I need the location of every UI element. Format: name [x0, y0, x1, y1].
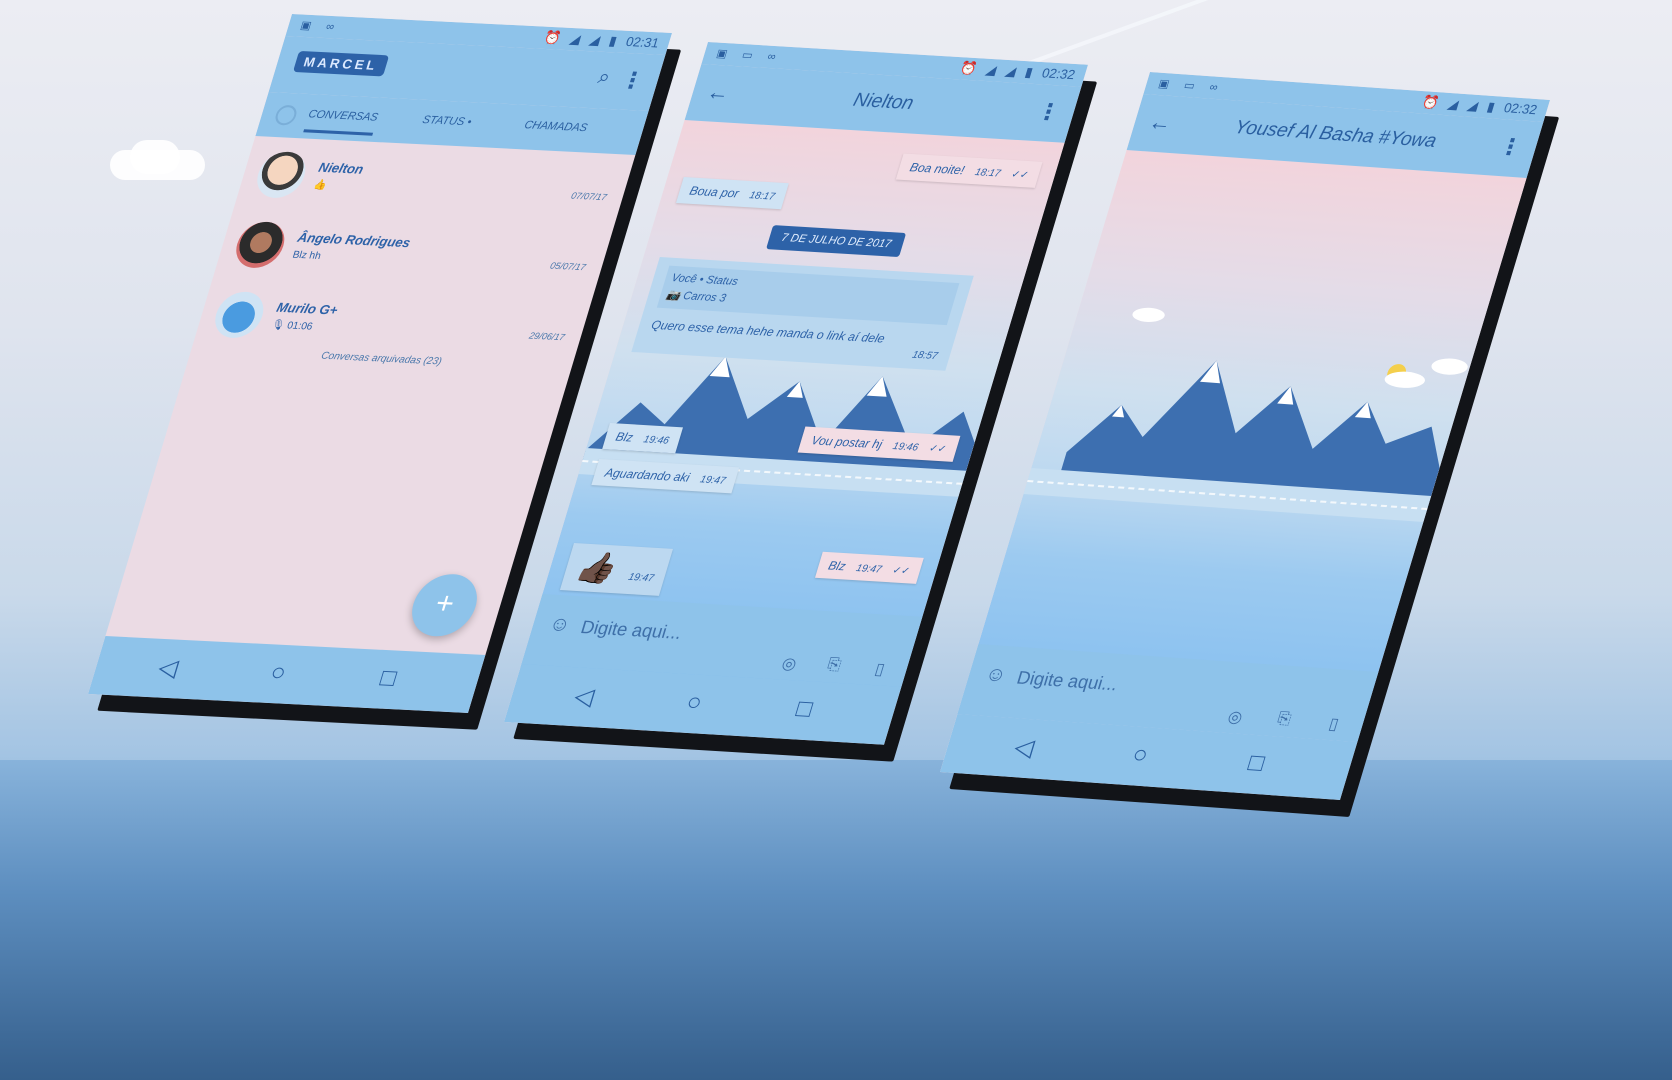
mic-icon[interactable]: ▯ — [1326, 714, 1341, 735]
read-ticks-icon: ✓✓ — [891, 565, 912, 578]
camera-icon[interactable] — [273, 104, 299, 126]
app-logo: MARCEL — [292, 50, 389, 77]
battery-icon: ▮ — [1023, 64, 1035, 80]
message-input[interactable]: Digite aqui... — [1014, 667, 1120, 695]
home-nav-icon[interactable]: ○ — [683, 688, 706, 717]
message-time: 18:17 — [973, 167, 1002, 180]
signal-icon: ◢ — [1003, 63, 1019, 79]
battery-icon: ▮ — [1485, 98, 1497, 115]
sticker-emoji: 👍🏿 — [572, 550, 620, 586]
chat-date: 07/07/17 — [569, 190, 608, 203]
signal-icon: ◢ — [587, 32, 603, 48]
message-text: Aguardando aki — [603, 465, 692, 485]
message-text: Boa noite! — [908, 160, 967, 178]
message-text: Blz — [826, 558, 848, 574]
camera-icon[interactable]: ◎ — [779, 653, 799, 674]
read-ticks-icon: ✓✓ — [1009, 169, 1030, 182]
message-time: 18:17 — [747, 190, 777, 203]
home-nav-icon[interactable]: ○ — [1129, 741, 1152, 770]
wifi-icon: ◢ — [1446, 96, 1461, 112]
mic-icon[interactable]: ▯ — [872, 659, 887, 680]
chat-row[interactable]: Ângelo Rodrigues Blz hh 05/07/17 — [213, 214, 612, 297]
camera-icon[interactable]: ◎ — [1225, 707, 1245, 728]
avatar — [230, 220, 291, 269]
recents-nav-icon[interactable]: □ — [1245, 749, 1268, 778]
wifi-icon: ◢ — [568, 31, 583, 47]
battery-icon: ▮ — [607, 33, 619, 49]
recents-nav-icon[interactable]: □ — [793, 695, 816, 724]
search-icon[interactable]: ⌕ — [595, 66, 613, 90]
contact-name[interactable]: Nielton — [690, 80, 1077, 125]
read-ticks-icon: ✓✓ — [927, 443, 948, 456]
message-time: 19:46 — [642, 434, 671, 447]
message-time: 19:46 — [891, 441, 920, 454]
alarm-icon: ⏰ — [958, 60, 979, 77]
tab-status[interactable]: STATUS • — [421, 114, 473, 128]
background-cloud — [130, 140, 180, 174]
emoji-icon[interactable]: ☺ — [546, 613, 573, 637]
thumbs-up-sticker[interactable]: 👍🏿 19:47 — [559, 542, 673, 596]
avatar — [251, 150, 312, 199]
message-time: 19:47 — [854, 563, 883, 576]
notification-icons: ▣ ∞ — [298, 19, 342, 34]
back-nav-icon[interactable]: ◁ — [571, 682, 598, 712]
message-text: Blz — [614, 429, 635, 445]
alarm-icon: ⏰ — [1420, 94, 1441, 111]
status-time: 02:32 — [1040, 65, 1078, 83]
new-chat-button[interactable]: + — [404, 572, 485, 638]
back-nav-icon[interactable]: ◁ — [155, 653, 182, 683]
quoted-status[interactable]: Você • Status 📷 Carros 3 — [656, 265, 960, 326]
message-text: Vou postar hj — [809, 433, 885, 452]
emoji-icon[interactable]: ☺ — [982, 663, 1009, 687]
chat-row[interactable]: Nielton 👍 07/07/17 — [234, 144, 633, 227]
chat-preview: 🎙 01:06 — [270, 319, 314, 333]
notification-icons: ▣ ▭ ∞ — [1156, 77, 1226, 95]
tab-chamadas[interactable]: CHAMADAS — [523, 119, 589, 134]
message-time: 19:47 — [626, 571, 656, 585]
chat-name: Nielton — [316, 159, 366, 177]
status-time: 02:31 — [624, 33, 662, 51]
message-time: 19:47 — [698, 474, 727, 487]
chat-name: Murilo G+ — [274, 299, 340, 318]
android-avatar-icon — [209, 290, 270, 339]
signal-icon: ◢ — [1465, 97, 1481, 114]
airplane-trail — [1015, 0, 1225, 70]
chat-date: 05/07/17 — [548, 260, 587, 273]
attach-icon[interactable]: ⎘ — [825, 656, 843, 675]
chat-date: 29/06/17 — [527, 330, 566, 343]
message-bubble-reply[interactable]: Você • Status 📷 Carros 3 Quero esse tema… — [631, 256, 974, 371]
back-nav-icon[interactable]: ◁ — [1011, 733, 1038, 763]
tab-conversas[interactable]: CONVERSAS — [303, 108, 380, 136]
overflow-menu-icon[interactable]: ⋮ — [617, 67, 648, 94]
chat-name: Ângelo Rodrigues — [295, 229, 413, 251]
notification-icons: ▣ ▭ ∞ — [714, 47, 784, 64]
recents-nav-icon[interactable]: □ — [377, 664, 400, 693]
status-time: 02:32 — [1502, 100, 1540, 118]
message-bubble-incoming[interactable]: Blz 19:46 — [602, 422, 684, 454]
attach-icon[interactable]: ⎘ — [1275, 710, 1293, 729]
contact-name[interactable]: Yousef Al Basha #Yowa — [1132, 110, 1539, 160]
wifi-icon: ◢ — [984, 61, 999, 78]
alarm-icon: ⏰ — [542, 29, 563, 46]
home-nav-icon[interactable]: ○ — [267, 659, 290, 688]
chat-preview: Blz hh — [291, 249, 323, 262]
message-text: Boua por — [687, 183, 741, 201]
message-input[interactable]: Digite aqui... — [578, 617, 684, 644]
background-sea — [0, 760, 1672, 1080]
chat-preview: 👍 — [312, 179, 328, 192]
